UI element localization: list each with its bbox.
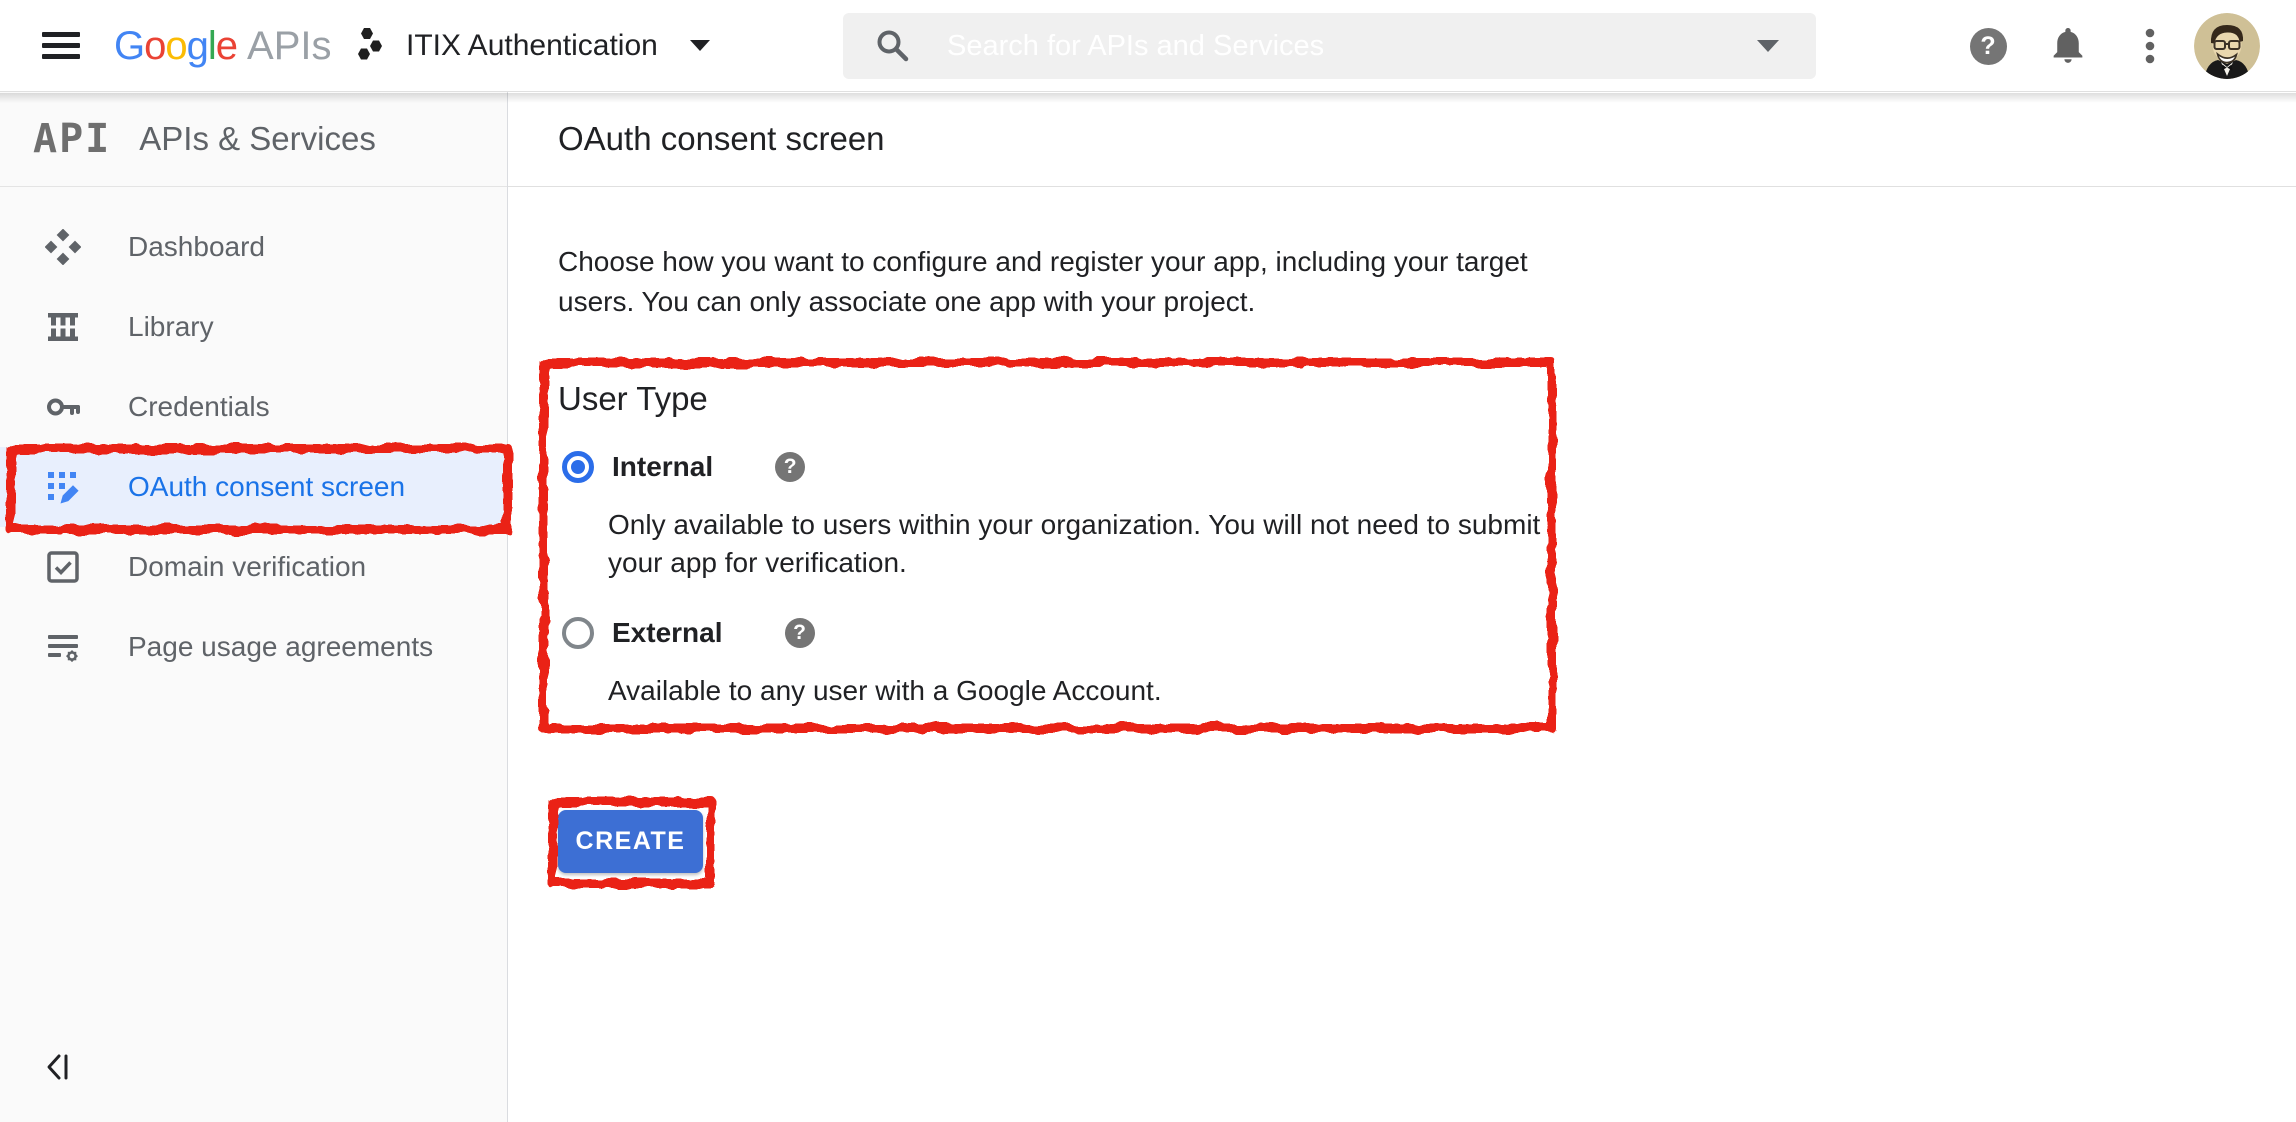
- app-bar: Google APIs ITIX Authentication ?: [0, 0, 2296, 92]
- logo-letter: o: [165, 24, 186, 69]
- sidebar-item-credentials[interactable]: Credentials: [0, 367, 507, 447]
- logo-letter: e: [216, 24, 237, 69]
- logo-letter: G: [114, 24, 144, 69]
- collapse-sidebar-icon: [42, 1050, 76, 1084]
- shell: API APIs & Services Dashboard: [0, 92, 2296, 1122]
- sidebar-item-oauth-consent-screen[interactable]: OAuth consent screen: [0, 447, 507, 527]
- help-icon[interactable]: ?: [785, 618, 815, 648]
- overflow-menu-button[interactable]: [2130, 26, 2170, 66]
- internal-description: Only available to users within your orga…: [608, 506, 1548, 582]
- project-name: ITIX Authentication: [406, 29, 658, 63]
- sidebar-title: APIs & Services: [139, 120, 376, 158]
- oauth-consent-icon: [45, 469, 81, 505]
- google-apis-logo[interactable]: Google APIs: [114, 0, 332, 92]
- sidebar-item-label: Credentials: [128, 391, 270, 423]
- intro-text: Choose how you want to configure and reg…: [558, 242, 1543, 322]
- search-bar[interactable]: [843, 13, 1816, 79]
- external-description: Available to any user with a Google Acco…: [608, 672, 1548, 710]
- sidebar: API APIs & Services Dashboard: [0, 92, 508, 1122]
- logo-suffix: APIs: [247, 24, 331, 69]
- list-gear-icon: [45, 629, 81, 665]
- user-type-heading: User Type: [558, 378, 708, 420]
- search-input[interactable]: [947, 30, 1754, 63]
- logo-letter: o: [144, 24, 165, 69]
- api-product-logo: API: [33, 116, 111, 162]
- sidebar-item-label: Page usage agreements: [128, 631, 433, 663]
- sidebar-item-label: Domain verification: [128, 551, 366, 583]
- logo-letter: g: [187, 24, 208, 69]
- radio-unselected-icon[interactable]: [562, 617, 594, 649]
- key-icon: [45, 389, 81, 425]
- logo-letter: l: [208, 24, 216, 69]
- notifications-button[interactable]: [2048, 26, 2088, 66]
- chevron-down-icon[interactable]: [1754, 37, 1782, 55]
- create-button[interactable]: CREATE: [558, 810, 703, 873]
- sidebar-item-dashboard[interactable]: Dashboard: [0, 207, 507, 287]
- help-icon: ?: [1970, 28, 2007, 65]
- page-title: OAuth consent screen: [558, 120, 885, 158]
- sidebar-item-label: Dashboard: [128, 231, 265, 263]
- sidebar-item-label: Library: [128, 311, 214, 343]
- collapse-sidebar-button[interactable]: [42, 1050, 76, 1084]
- page-header: OAuth consent screen: [508, 92, 2296, 187]
- project-selector[interactable]: ITIX Authentication: [352, 0, 712, 92]
- bell-icon: [2049, 27, 2087, 65]
- main-content: OAuth consent screen Choose how you want…: [508, 92, 2296, 1122]
- sidebar-header: API APIs & Services: [0, 92, 507, 187]
- sidebar-item-page-usage-agreements[interactable]: Page usage agreements: [0, 607, 507, 687]
- sidebar-item-library[interactable]: Library: [0, 287, 507, 367]
- hamburger-menu-icon[interactable]: [42, 26, 82, 66]
- chevron-down-icon: [688, 38, 712, 54]
- radio-option-external[interactable]: External ?: [562, 613, 815, 653]
- checkbox-icon: [45, 549, 81, 585]
- radio-label: Internal: [612, 451, 713, 483]
- sidebar-item-label: OAuth consent screen: [128, 471, 405, 503]
- help-button[interactable]: ?: [1968, 26, 2008, 66]
- radio-label: External: [612, 617, 723, 649]
- three-dot-menu-icon: [2144, 26, 2156, 66]
- radio-selected-icon[interactable]: [562, 451, 594, 483]
- sidebar-item-domain-verification[interactable]: Domain verification: [0, 527, 507, 607]
- search-icon: [875, 28, 911, 64]
- hexagon-cluster-icon: [352, 27, 386, 65]
- help-icon[interactable]: ?: [775, 452, 805, 482]
- avatar[interactable]: [2194, 13, 2260, 79]
- library-icon: [45, 309, 81, 345]
- radio-option-internal[interactable]: Internal ?: [562, 447, 805, 487]
- sidebar-nav: Dashboard Library: [0, 187, 507, 687]
- dashboard-icon: [45, 229, 81, 265]
